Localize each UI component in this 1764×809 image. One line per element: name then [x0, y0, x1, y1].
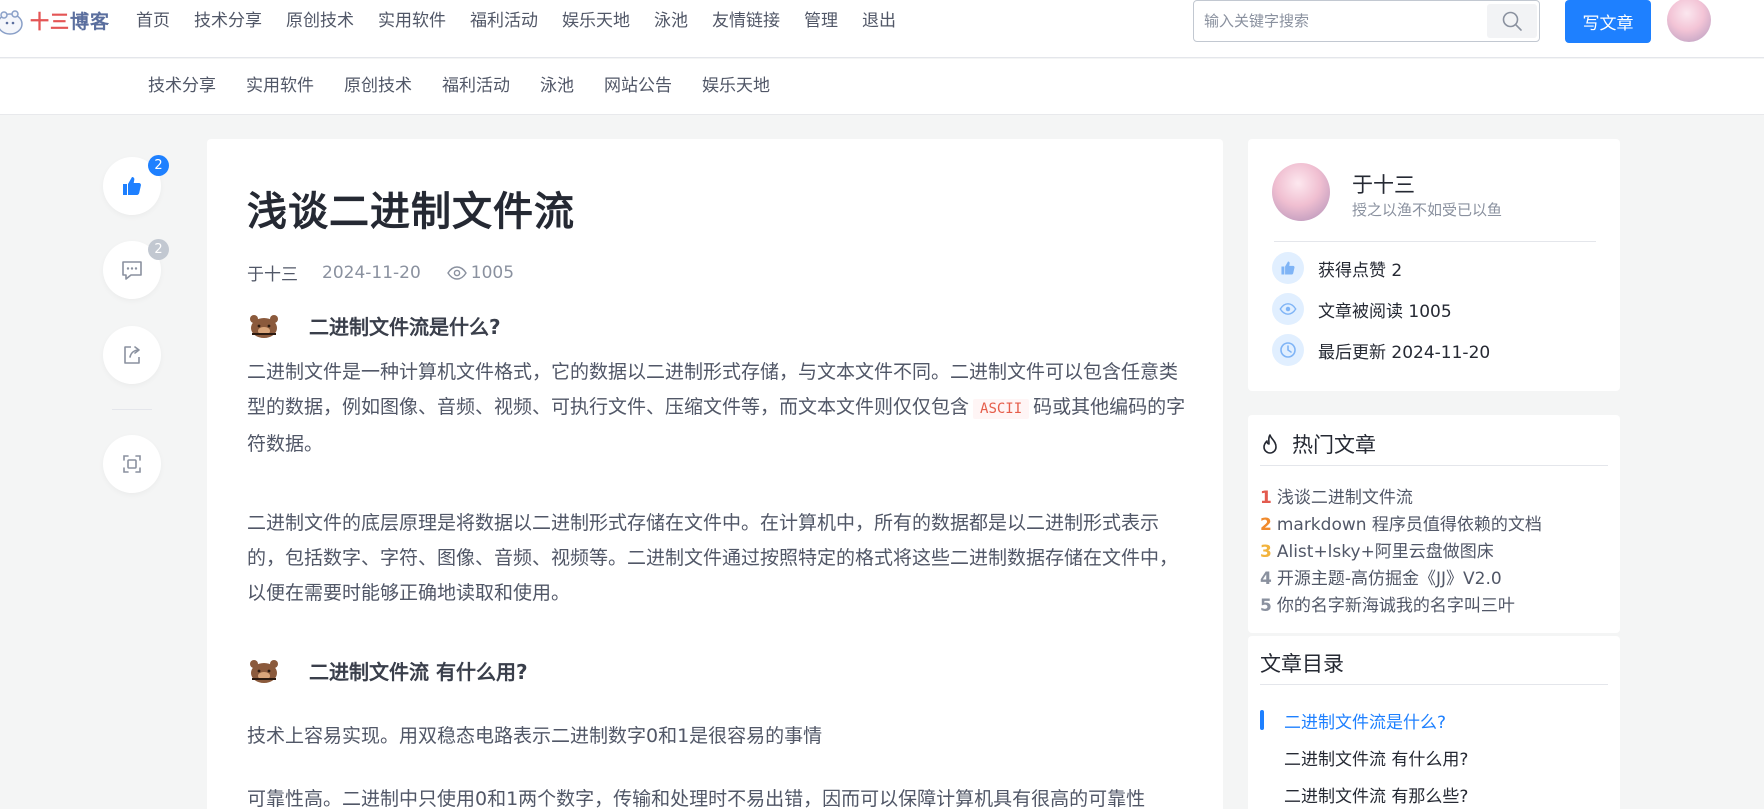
category-software[interactable]: 实用软件 — [246, 74, 314, 98]
hot-article-item[interactable]: 2 markdown 程序员值得依赖的文档 — [1260, 512, 1542, 539]
article-paragraph: 二进制文件是一种计算机文件格式，它的数据以二进制形式存储，与文本文件不同。二进制… — [247, 361, 1186, 455]
category-tech-share[interactable]: 技术分享 — [148, 74, 216, 98]
site-logo[interactable]: 十三博客 — [0, 4, 110, 36]
article-paragraph: 可靠性高。二进制中只使用0和1两个数字，传输和处理时不易出错，因而可以保障计算机… — [247, 788, 1146, 809]
nav-admin[interactable]: 管理 — [804, 8, 838, 34]
write-article-button[interactable]: 写文章 — [1565, 0, 1651, 43]
bear-logo-icon — [0, 4, 34, 36]
flame-icon — [1263, 434, 1277, 454]
site-name: 十三博客 — [30, 10, 111, 33]
nav-original-tech[interactable]: 原创技术 — [286, 8, 354, 34]
nav-tech-share[interactable]: 技术分享 — [194, 8, 262, 34]
main-nav: 首页 技术分享 原创技术 实用软件 福利活动 娱乐天地 泳池 友情链接 管理 退… — [136, 8, 920, 34]
focus-mode-button[interactable] — [103, 435, 161, 493]
hot-article-item[interactable]: 3 Alist+lsky+阿里云盘做图床 — [1260, 539, 1542, 566]
like-button[interactable]: 2 — [103, 155, 169, 215]
category-benefits[interactable]: 福利活动 — [442, 74, 510, 98]
eye-icon — [1272, 293, 1304, 325]
hot-article-item[interactable]: 5 你的名字新海诚我的名字叫三叶 — [1260, 593, 1542, 620]
nav-logout[interactable]: 退出 — [862, 8, 896, 34]
toc-item-active[interactable]: 二进制文件流是什么? — [1284, 708, 1446, 733]
author-name[interactable]: 于十三 — [1352, 169, 1415, 199]
nav-entertainment[interactable]: 娱乐天地 — [562, 8, 630, 34]
nav-home[interactable]: 首页 — [136, 8, 170, 34]
share-button[interactable] — [103, 326, 161, 384]
toc-title: 文章目录 — [1260, 652, 1344, 676]
comment-count-badge: 2 — [148, 239, 169, 260]
article-views: 1005 — [446, 262, 515, 283]
toc-item[interactable]: 二进制文件流 有那么些? — [1284, 782, 1468, 807]
thumbs-up-icon — [1272, 252, 1304, 284]
section-heading: 二进制文件流是什么? — [247, 311, 501, 340]
bear-heading-icon — [247, 657, 281, 685]
search-icon — [1502, 11, 1522, 31]
eye-icon — [446, 265, 467, 280]
divider — [1274, 241, 1596, 242]
clock-icon — [1272, 334, 1304, 366]
hot-articles-title: 热门文章 — [1260, 429, 1376, 459]
action-divider — [112, 409, 152, 410]
fullscreen-icon — [123, 455, 141, 473]
bear-heading-icon — [247, 312, 281, 340]
nav-software[interactable]: 实用软件 — [378, 8, 446, 34]
toc-item[interactable]: 二进制文件流 有什么用? — [1284, 745, 1468, 770]
author-avatar[interactable] — [1272, 163, 1330, 221]
comment-button[interactable]: 2 — [103, 239, 169, 299]
comment-icon — [122, 261, 142, 280]
thumbs-up-icon — [123, 177, 141, 195]
article-meta: 于十三 2024-11-20 1005 — [247, 260, 515, 286]
top-header: 十三博客 首页 技术分享 原创技术 实用软件 福利活动 娱乐天地 泳池 友情链接… — [0, 0, 1764, 58]
user-avatar[interactable] — [1667, 0, 1711, 42]
article-author[interactable]: 于十三 — [247, 260, 298, 285]
hot-article-item[interactable]: 1 浅谈二进制文件流 — [1260, 485, 1542, 512]
search-input[interactable] — [1204, 1, 1474, 41]
article-paragraph: 技术上容易实现。用双稳态电路表示二进制数字0和1是很容易的事情 — [247, 725, 823, 747]
article-title: 浅谈二进制文件流 — [247, 189, 575, 235]
nav-friend-links[interactable]: 友情链接 — [712, 8, 780, 34]
author-card: 于十三 授之以渔不如受已以鱼 获得点赞 2 文章被阅读 1005 最后更新 20… — [1248, 139, 1620, 391]
view-count: 1005 — [470, 262, 515, 283]
category-announcements[interactable]: 网站公告 — [604, 74, 672, 98]
category-nav: 技术分享 实用软件 原创技术 福利活动 泳池 网站公告 娱乐天地 — [0, 59, 1764, 115]
toc-active-marker — [1260, 710, 1264, 730]
share-icon — [124, 346, 140, 364]
nav-pool[interactable]: 泳池 — [654, 8, 688, 34]
divider — [1260, 465, 1608, 466]
hot-articles-list: 1 浅谈二进制文件流 2 markdown 程序员值得依赖的文档 3 Alist+ls… — [1260, 485, 1542, 620]
inline-code: ASCII — [973, 399, 1030, 419]
category-entertainment[interactable]: 娱乐天地 — [702, 74, 770, 98]
article-date: 2024-11-20 — [322, 262, 421, 283]
stat-updated: 最后更新 2024-11-20 — [1272, 334, 1490, 366]
category-pool[interactable]: 泳池 — [540, 74, 574, 98]
stat-reads: 文章被阅读 1005 — [1272, 293, 1452, 325]
toc-card: 文章目录 二进制文件流是什么? 二进制文件流 有什么用? 二进制文件流 有那么些… — [1248, 636, 1620, 809]
category-original-tech[interactable]: 原创技术 — [344, 74, 412, 98]
article-paragraph: 二进制文件的底层原理是将数据以二进制形式存储在文件中。在计算机中，所有的数据都是… — [247, 512, 1179, 604]
search-button[interactable] — [1487, 4, 1537, 38]
article-card: 浅谈二进制文件流 于十三 2024-11-20 1005 二进制文件流是什么? … — [207, 139, 1223, 809]
author-motto: 授之以渔不如受已以鱼 — [1352, 201, 1503, 219]
hot-articles-card: 热门文章 1 浅谈二进制文件流 2 markdown 程序员值得依赖的文档 3 Ali… — [1248, 415, 1620, 633]
like-count-badge: 2 — [148, 155, 169, 176]
search-box — [1193, 0, 1540, 42]
nav-benefits[interactable]: 福利活动 — [470, 8, 538, 34]
divider — [1260, 684, 1608, 685]
section-heading: 二进制文件流 有什么用? — [247, 656, 528, 685]
hot-article-item[interactable]: 4 开源主题-高仿掘金《JJ》V2.0 — [1260, 566, 1542, 593]
stat-likes: 获得点赞 2 — [1272, 252, 1402, 284]
